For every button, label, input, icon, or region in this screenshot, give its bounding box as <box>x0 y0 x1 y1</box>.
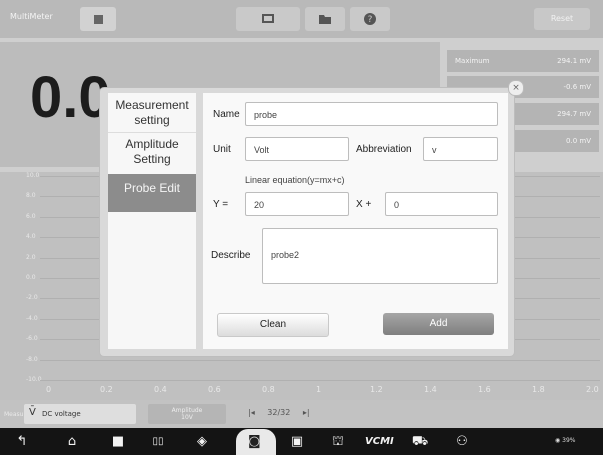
tab-probe-edit[interactable]: Probe Edit <box>108 174 196 212</box>
measure-select[interactable]: V̄ DC voltage <box>24 404 136 424</box>
y-tick-label: 10.0 <box>26 172 40 179</box>
x-tick-label: 1.8 <box>532 385 545 394</box>
stop-button[interactable] <box>80 7 116 31</box>
x-tick-label: 0.2 <box>100 385 113 394</box>
page-indicator: |◂ 32/32 ▸| <box>248 408 310 417</box>
back-icon[interactable]: ↰ <box>12 434 32 450</box>
y-tick-label: 4.0 <box>26 233 36 241</box>
y-tick-label: -4.0 <box>26 314 38 322</box>
vcmi-icon[interactable]: VCMI <box>365 434 394 450</box>
svg-text:?: ? <box>368 15 373 25</box>
y-tick-label: -2.0 <box>26 294 38 302</box>
display-icon[interactable]: ▣ <box>287 434 307 450</box>
stat-value: 0.0 mV <box>566 137 591 145</box>
unit-label: Unit <box>213 144 231 155</box>
stop-icon <box>93 14 103 24</box>
clean-button[interactable]: Clean <box>217 313 329 337</box>
battery-status: ◉ 39% <box>555 437 576 444</box>
x-tick-label: 0 <box>46 385 52 394</box>
abbreviation-field[interactable]: v <box>423 137 498 161</box>
app-title: MultiMeter <box>10 12 53 21</box>
amplitude-value: 10V <box>181 414 193 421</box>
abbreviation-label: Abbreviation <box>356 144 412 155</box>
record-button[interactable] <box>236 7 300 31</box>
x-tick-label: 1.4 <box>424 385 437 394</box>
people-icon[interactable]: ⚇ <box>452 434 472 450</box>
add-button[interactable]: Add <box>383 313 494 335</box>
slope-field[interactable]: 20 <box>245 192 349 216</box>
name-field[interactable]: probe <box>245 102 498 126</box>
car-icon[interactable]: ⛟ <box>410 434 430 450</box>
y-tick-label: 0.0 <box>26 274 36 281</box>
amplitude-label: Amplitude <box>171 407 203 414</box>
y-equals-label: Y = <box>213 199 229 210</box>
offset-field[interactable]: 0 <box>385 192 498 216</box>
home-icon[interactable]: ⌂ <box>62 434 82 450</box>
x-tick-label: 0.4 <box>154 385 167 394</box>
y-tick-label: -6.0 <box>26 335 38 343</box>
x-tick-label: 1 <box>316 385 322 394</box>
screen-icon <box>262 14 274 23</box>
help-icon: ? <box>364 13 376 25</box>
describe-field[interactable]: probe2 <box>262 228 498 284</box>
tab-amplitude-setting[interactable]: Amplitude Setting <box>108 137 196 171</box>
close-icon: × <box>512 83 520 93</box>
unit-field[interactable]: Volt <box>245 137 349 161</box>
name-label: Name <box>213 109 240 120</box>
stat-label: Maximum <box>455 57 490 65</box>
page-number: 32/32 <box>267 408 291 417</box>
camera-button[interactable]: ◙ <box>236 429 276 455</box>
last-page-icon[interactable]: ▸| <box>303 408 310 417</box>
folder-button[interactable] <box>305 7 345 31</box>
vci-icon[interactable]: ◈ <box>192 434 212 450</box>
y-tick-label: 6.0 <box>26 212 36 220</box>
x-plus-label: X + <box>356 199 372 210</box>
wifi-icon: ◉ <box>555 437 561 444</box>
camera-icon: ◙ <box>248 434 261 449</box>
stat-value: 294.7 mV <box>557 110 591 118</box>
measure-value: DC voltage <box>42 410 81 418</box>
y-tick-label: 8.0 <box>26 192 36 200</box>
equation-label: Linear equation(y=mx+c) <box>245 175 345 185</box>
reset-button[interactable]: Reset <box>534 8 590 30</box>
stat-value: -0.6 mV <box>563 83 592 91</box>
workshop-icon[interactable]: ⛫ <box>328 434 348 450</box>
folder-icon <box>319 15 331 24</box>
stat-value: 294.1 mV <box>557 57 591 65</box>
battery-text: 39% <box>562 437 576 444</box>
divider <box>108 132 196 133</box>
y-tick-label: 2.0 <box>26 253 36 261</box>
x-tick-label: 0.6 <box>208 385 221 394</box>
gridline <box>40 380 600 381</box>
help-button[interactable]: ? <box>350 7 390 31</box>
reading-value: 0.0 <box>30 65 111 130</box>
x-tick-label: 0.8 <box>262 385 275 394</box>
x-tick-label: 1.2 <box>370 385 383 394</box>
stat-maximum: Maximum 294.1 mV <box>447 50 599 72</box>
tab-measurement-setting[interactable]: Measurement setting <box>108 98 196 132</box>
probe-form <box>203 93 508 349</box>
gridline <box>40 359 600 361</box>
recent-apps-icon[interactable]: ■ <box>108 434 128 450</box>
first-page-icon[interactable]: |◂ <box>248 408 255 417</box>
y-tick-label: -8.0 <box>26 355 38 363</box>
close-dialog-button[interactable]: × <box>508 80 524 96</box>
amplitude-select[interactable]: Amplitude 10V <box>148 404 226 424</box>
dc-voltage-icon: V̄ <box>29 407 36 418</box>
split-screen-icon[interactable]: ▯▯ <box>148 434 168 450</box>
describe-label: Describe <box>211 250 251 261</box>
x-tick-label: 2.0 <box>586 385 599 394</box>
x-tick-label: 1.6 <box>478 385 491 394</box>
